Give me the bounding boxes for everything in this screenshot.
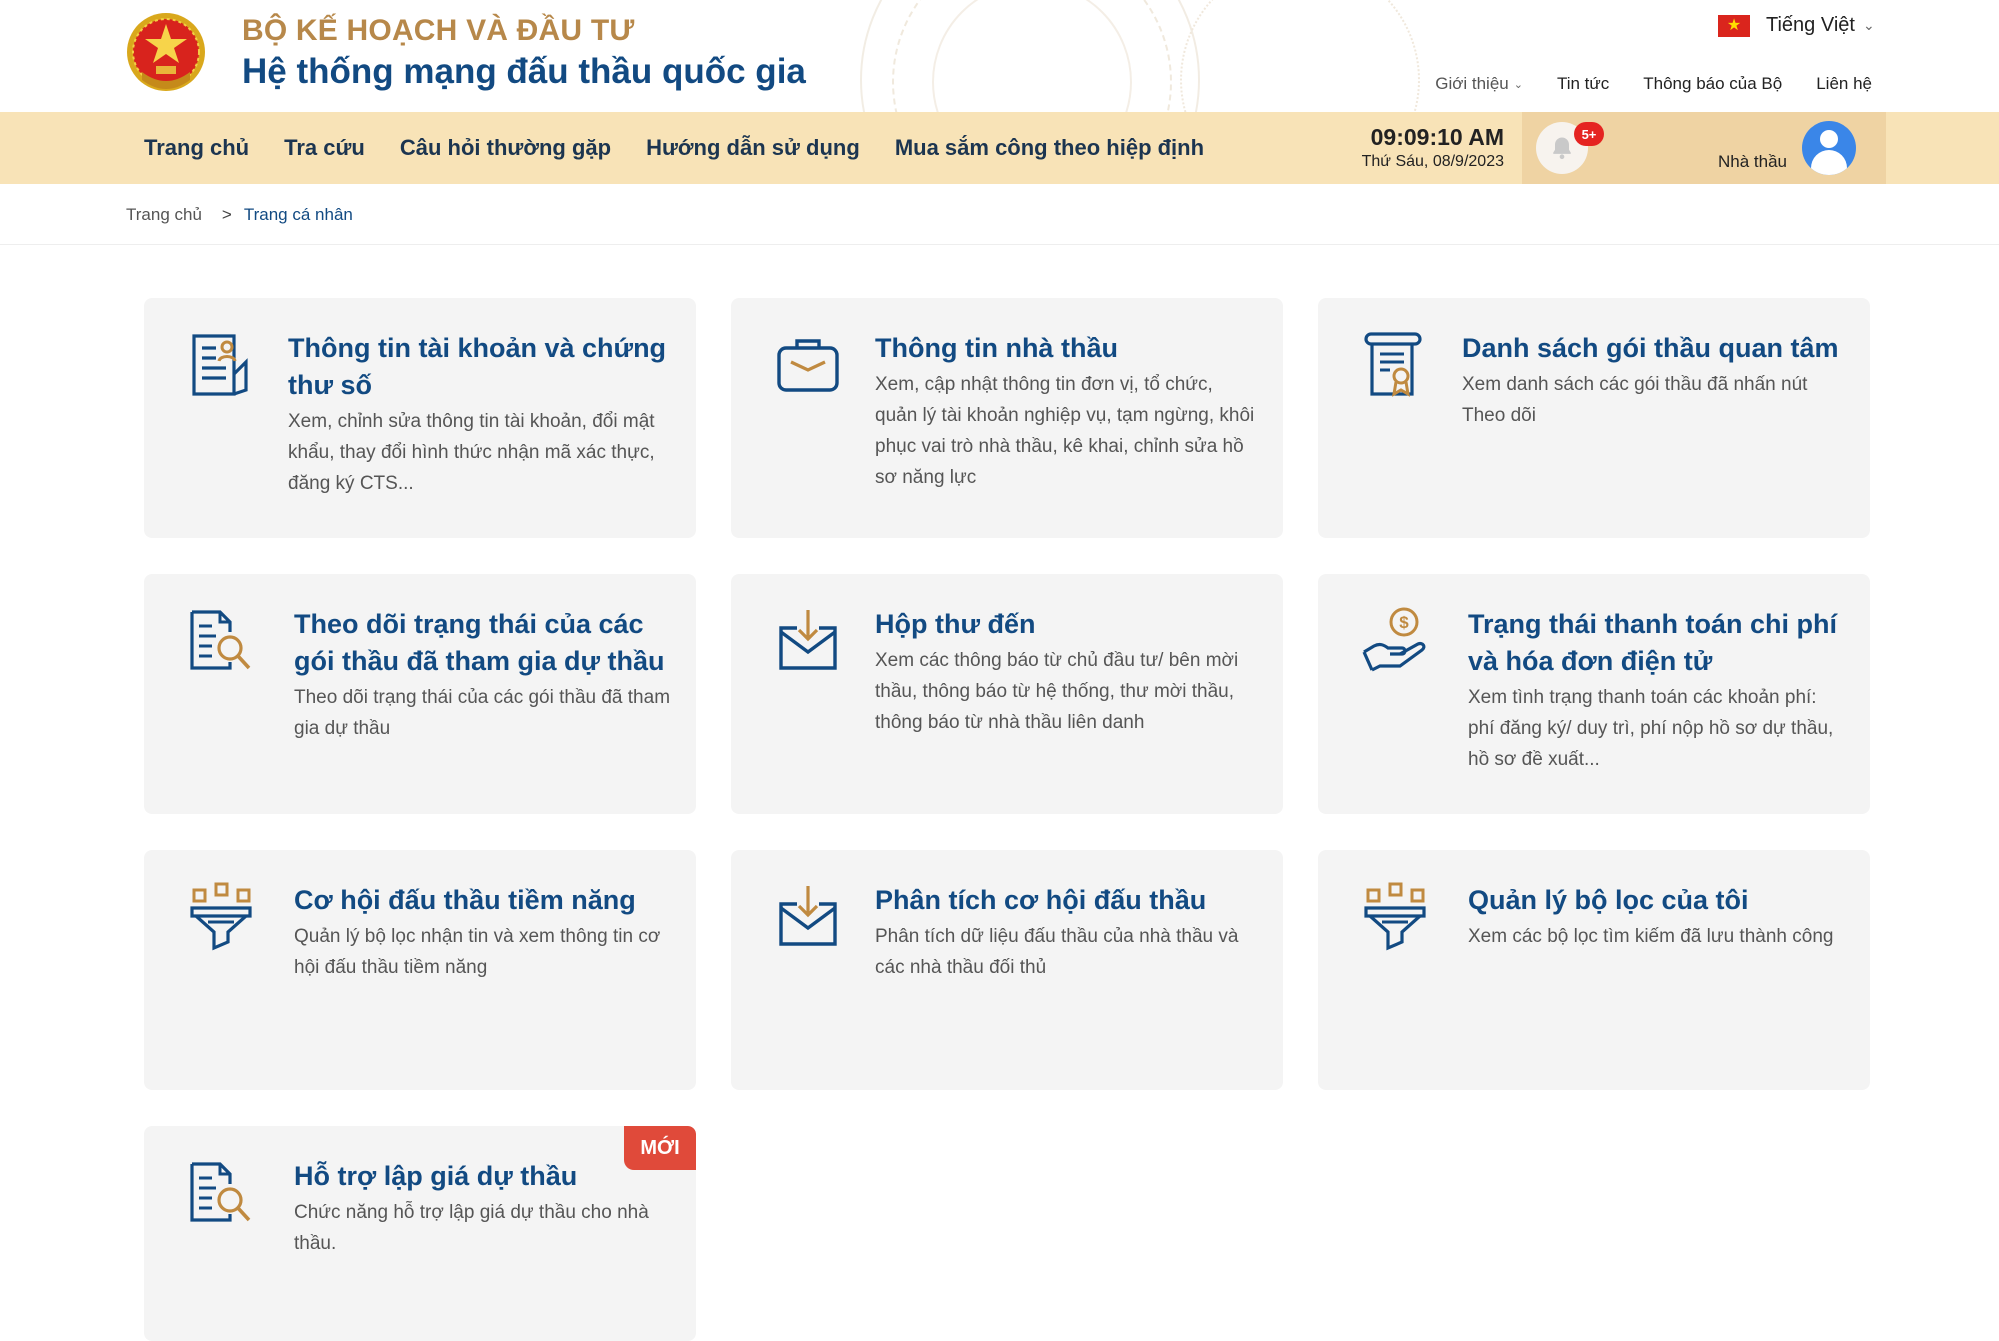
card-title-text: Thông tin nhà thầu (875, 333, 1118, 363)
nav-item-huong-dan[interactable]: Hướng dẫn sử dụng (646, 135, 860, 161)
certificate-scroll-icon (1364, 332, 1422, 397)
card-title-text: Theo dõi trạng thái của các gói thầu đã … (294, 609, 665, 676)
nav-item-trang-chu[interactable]: Trang chủ (144, 135, 249, 161)
user-area: 5+ Nhà thầu (1522, 112, 1886, 184)
card-description: Xem các thông báo từ chủ đầu tư/ bên mời… (875, 650, 1239, 733)
top-link-label: Liên hệ (1816, 74, 1872, 93)
card-title-text: Phân tích cơ hội đấu thầu (875, 885, 1207, 915)
card-title: Hộp thư đến Xem các thông báo từ chủ đầu… (875, 606, 1255, 738)
chevron-down-icon: ⌄ (1862, 17, 1875, 33)
card-account-info[interactable]: Thông tin tài khoản và chứng thư số Xem,… (144, 298, 696, 538)
card-payment-status[interactable]: $ Trạng thái thanh toán chi phí và hóa đ… (1318, 574, 1870, 814)
top-links: Giới thiệu ⌄ Tin tức Thông báo của Bộ Li… (1401, 74, 1872, 94)
notification-badge: 5+ (1574, 122, 1604, 146)
national-emblem-icon[interactable] (124, 10, 208, 98)
breadcrumb-current: Trang cá nhân (243, 205, 353, 224)
card-title-text: Hỗ trợ lập giá dự thầu (294, 1161, 578, 1191)
top-link-thong-bao[interactable]: Thông báo của Bộ (1643, 74, 1782, 94)
chevron-down-icon: ⌄ (1513, 78, 1523, 91)
card-opportunity-analysis[interactable]: Phân tích cơ hội đấu thầu Phân tích dữ l… (731, 850, 1283, 1090)
nav-item-cau-hoi[interactable]: Câu hỏi thường gặp (400, 135, 611, 161)
breadcrumb: Trang chủ > Trang cá nhân (126, 205, 353, 225)
card-title-text: Thông tin tài khoản và chứng thư số (288, 333, 667, 400)
payment-hand-icon: $ (1362, 607, 1426, 672)
avatar[interactable] (1802, 121, 1856, 175)
svg-text:$: $ (1399, 613, 1409, 632)
card-title: Cơ hội đấu thầu tiềm năng Quản lý bộ lọc… (294, 882, 674, 983)
card-description: Theo dõi trạng thái của các gói thầu đã … (294, 687, 671, 739)
filter-funnel-icon (1364, 882, 1426, 951)
language-selector[interactable]: ★ Tiếng Việt ⌄ (1718, 14, 1875, 37)
card-inbox[interactable]: Hộp thư đến Xem các thông báo từ chủ đầu… (731, 574, 1283, 814)
card-description: Xem, chỉnh sửa thông tin tài khoản, đổi … (288, 411, 655, 494)
card-bid-pricing-support[interactable]: MỚI Hỗ trợ lập giá dự thầu Chức năng hỗ … (144, 1126, 696, 1341)
site-header: BỘ KẾ HOẠCH VÀ ĐẦU TƯ Hệ thống mạng đấu … (0, 0, 1999, 112)
inbox-download-icon (779, 610, 837, 670)
ministry-name: BỘ KẾ HOẠCH VÀ ĐẦU TƯ (242, 14, 635, 47)
card-title: Phân tích cơ hội đấu thầu Phân tích dữ l… (875, 882, 1255, 983)
nav-item-tra-cuu[interactable]: Tra cứu (284, 135, 365, 161)
card-title: Danh sách gói thầu quan tâm Xem danh sác… (1462, 330, 1842, 431)
card-contractor-info[interactable]: Thông tin nhà thầu Xem, cập nhật thông t… (731, 298, 1283, 538)
card-description: Quản lý bộ lọc nhận tin và xem thông tin… (294, 926, 661, 978)
nav-item-mua-sam[interactable]: Mua sắm công theo hiệp định (895, 135, 1204, 161)
card-title: Trạng thái thanh toán chi phí và hóa đơn… (1468, 606, 1848, 775)
filter-funnel-icon (190, 882, 252, 951)
document-search-icon (190, 610, 251, 670)
top-link-label: Giới thiệu (1435, 74, 1509, 93)
language-label: Tiếng Việt (1766, 14, 1855, 36)
main-navbar: Trang chủ Tra cứu Câu hỏi thường gặp Hướ… (0, 112, 1999, 184)
header-watermark-secondary (1180, 0, 1420, 112)
briefcase-icon (777, 339, 839, 392)
vietnam-flag-icon: ★ (1718, 14, 1750, 37)
user-role[interactable]: Nhà thầu (1718, 152, 1787, 172)
card-description: Phân tích dữ liệu đấu thầu của nhà thầu … (875, 926, 1239, 978)
card-description: Xem danh sách các gói thầu đã nhấn nút T… (1462, 374, 1808, 426)
divider (0, 244, 1999, 245)
header-watermark (860, 0, 1200, 112)
card-title: Hỗ trợ lập giá dự thầu Chức năng hỗ trợ … (294, 1158, 674, 1259)
avatar-body (1811, 150, 1847, 175)
clock-date: Thứ Sáu, 08/9/2023 (1361, 153, 1504, 170)
card-watched-packages[interactable]: Danh sách gói thầu quan tâm Xem danh sác… (1318, 298, 1870, 538)
card-title: Thông tin nhà thầu Xem, cập nhật thông t… (875, 330, 1255, 493)
top-link-label: Tin tức (1556, 74, 1610, 93)
card-title-text: Quản lý bộ lọc của tôi (1468, 885, 1749, 915)
card-potential-opportunities[interactable]: Cơ hội đấu thầu tiềm năng Quản lý bộ lọc… (144, 850, 696, 1090)
bell-icon (1553, 137, 1571, 160)
top-link-label: Thông báo của Bộ (1643, 74, 1783, 93)
clock-time: 09:09:10 AM (1370, 124, 1504, 150)
system-title[interactable]: Hệ thống mạng đấu thầu quốc gia (242, 52, 806, 92)
avatar-head (1820, 130, 1838, 148)
card-title-text: Hộp thư đến (875, 609, 1036, 639)
card-my-filters[interactable]: Quản lý bộ lọc của tôi Xem các bộ lọc tì… (1318, 850, 1870, 1090)
card-title-text: Danh sách gói thầu quan tâm (1462, 333, 1839, 363)
card-title-text: Trạng thái thanh toán chi phí và hóa đơn… (1468, 609, 1837, 676)
card-title: Theo dõi trạng thái của các gói thầu đã … (294, 606, 674, 744)
card-title-text: Cơ hội đấu thầu tiềm năng (294, 885, 636, 915)
account-document-icon (192, 334, 248, 396)
top-link-lien-he[interactable]: Liên hệ (1816, 74, 1872, 94)
inbox-download-icon (779, 886, 837, 946)
card-track-status[interactable]: Theo dõi trạng thái của các gói thầu đã … (144, 574, 696, 814)
breadcrumb-separator: > (221, 205, 232, 224)
card-description: Xem tình trạng thanh toán các khoản phí:… (1468, 687, 1834, 770)
top-link-tin-tuc[interactable]: Tin tức (1557, 74, 1609, 94)
top-link-gioi-thieu[interactable]: Giới thiệu ⌄ (1435, 74, 1523, 94)
breadcrumb-home[interactable]: Trang chủ (126, 205, 202, 225)
card-description: Xem các bộ lọc tìm kiếm đã lưu thành côn… (1468, 926, 1834, 947)
nav-menu: Trang chủ Tra cứu Câu hỏi thường gặp Hướ… (144, 112, 1239, 184)
card-title: Quản lý bộ lọc của tôi Xem các bộ lọc tì… (1468, 882, 1848, 952)
document-search-icon (190, 1162, 251, 1222)
card-description: Xem, cập nhật thông tin đơn vị, tổ chức,… (875, 374, 1255, 488)
card-description: Chức năng hỗ trợ lập giá dự thầu cho nhà… (294, 1202, 649, 1254)
card-title: Thông tin tài khoản và chứng thư số Xem,… (288, 330, 668, 499)
clock: 09:09:10 AM Thứ Sáu, 08/9/2023 (1362, 124, 1504, 171)
